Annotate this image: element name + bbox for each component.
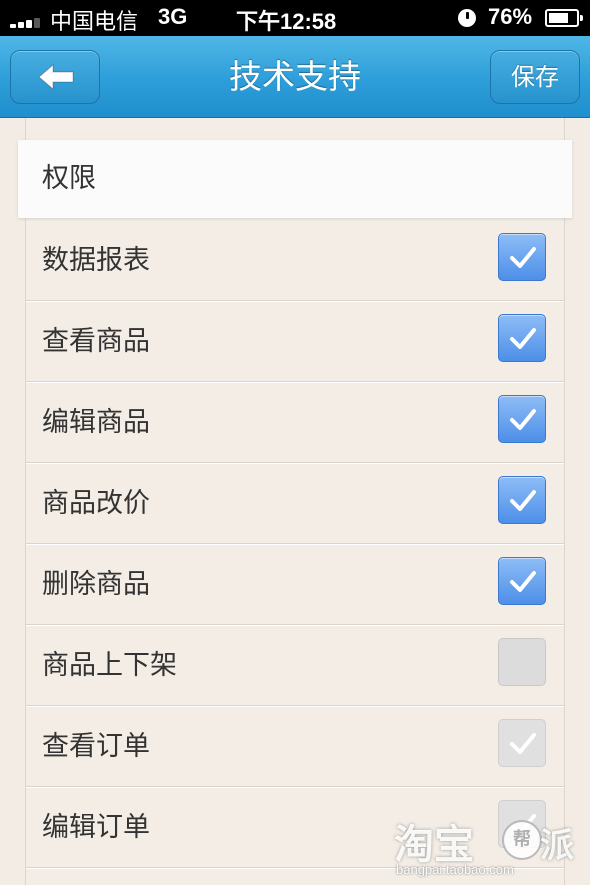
permission-row[interactable]: 编辑商品 <box>26 382 564 463</box>
nav-bar: 技术支持 保存 <box>0 36 590 118</box>
permission-row[interactable]: 商品上下架 <box>26 625 564 706</box>
status-time: 下午12:58 <box>236 9 337 34</box>
permission-checkbox[interactable] <box>498 476 546 524</box>
permission-label: 商品改价 <box>42 488 150 519</box>
permission-row[interactable]: 商品改价 <box>26 463 564 544</box>
checkmark-icon <box>510 733 536 754</box>
permission-checkbox[interactable] <box>498 638 546 686</box>
back-button[interactable] <box>10 50 100 104</box>
permission-row[interactable]: 查看订单 <box>26 706 564 787</box>
permission-label: 编辑商品 <box>42 407 150 438</box>
battery-percent: 76% <box>488 4 533 29</box>
permission-label: 查看商品 <box>42 326 150 357</box>
permission-label: 删除商品 <box>42 569 150 600</box>
checkmark-icon <box>510 571 536 592</box>
checkmark-icon <box>510 328 536 349</box>
save-button[interactable]: 保存 <box>490 50 580 104</box>
permission-checkbox[interactable] <box>498 557 546 605</box>
permission-row[interactable]: 删除商品 <box>26 544 564 625</box>
permission-label: 编辑订单 <box>42 812 150 843</box>
carrier-name: 中国电信 <box>50 9 139 34</box>
permission-label: 数据报表 <box>42 245 150 276</box>
checkmark-icon <box>510 490 536 511</box>
permission-checkbox[interactable] <box>498 395 546 443</box>
permission-label: 查看订单 <box>42 731 150 762</box>
clock-icon <box>458 9 476 27</box>
permission-checkbox <box>498 800 546 848</box>
battery-icon <box>545 9 583 27</box>
permission-checkbox[interactable] <box>498 314 546 362</box>
permission-row[interactable]: 编辑订单 <box>26 787 564 868</box>
permission-row[interactable]: 数据报表 <box>26 220 564 301</box>
permission-label: 商品上下架 <box>42 650 177 681</box>
permission-row[interactable]: 查看商品 <box>26 301 564 382</box>
permission-list: 数据报表查看商品编辑商品商品改价删除商品商品上下架查看订单编辑订单 <box>26 220 564 868</box>
permission-checkbox[interactable] <box>498 233 546 281</box>
section-header: 权限 <box>18 140 572 218</box>
checkmark-icon <box>510 409 536 430</box>
signal-icon <box>10 18 48 28</box>
status-bar: 中国电信 3G 下午12:58 76% <box>0 0 590 36</box>
content-panel: 数据报表查看商品编辑商品商品改价删除商品商品上下架查看订单编辑订单 <box>25 118 565 885</box>
network-type: 3G <box>158 4 188 29</box>
permission-checkbox <box>498 719 546 767</box>
checkmark-icon <box>510 247 536 268</box>
back-arrow-icon <box>38 63 74 91</box>
checkmark-icon <box>510 814 536 835</box>
